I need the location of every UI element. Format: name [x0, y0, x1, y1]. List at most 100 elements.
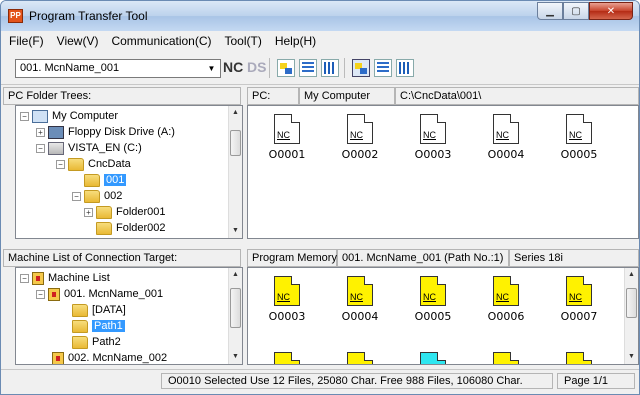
file-name: O0003: [414, 148, 452, 161]
machine-view-scrollbar[interactable]: ▲ ▼: [624, 268, 638, 364]
tree-item-machine-list[interactable]: − Machine List: [20, 270, 110, 286]
tree-item-data[interactable]: [DATA]: [72, 302, 126, 318]
menu-help[interactable]: Help(H): [275, 34, 316, 48]
machine-icon: [48, 287, 60, 301]
scroll-up-icon[interactable]: ▲: [229, 106, 242, 120]
chevron-down-icon[interactable]: ▼: [204, 61, 219, 76]
app-window: PP Program Transfer Tool ▁ ▢ ✕ File(F) V…: [0, 0, 640, 395]
tree-item-mcn-002[interactable]: 002. McnName_002: [52, 350, 167, 364]
expand-icon[interactable]: +: [84, 207, 93, 217]
scroll-thumb[interactable]: [230, 130, 241, 156]
nc-program-icon: NC: [347, 276, 373, 306]
floppy-icon: [48, 125, 64, 139]
menu-communication[interactable]: Communication(C): [111, 34, 211, 48]
collapse-icon[interactable]: −: [56, 159, 65, 169]
tree-item-label: Machine List: [48, 272, 110, 284]
tree-item-label: 002: [104, 190, 123, 202]
tree-item-my-computer[interactable]: − My Computer: [20, 108, 118, 124]
drive-icon: [48, 141, 64, 155]
file-item[interactable]: NC O0006: [481, 276, 531, 323]
tree-item-mcn-001[interactable]: − 001. McnName_001: [36, 286, 163, 302]
file-item[interactable]: NC O0003: [262, 276, 312, 323]
machine-details-view-icon[interactable]: [396, 59, 414, 77]
pc-folder-tree[interactable]: − My Computer + Floppy Disk Drive (A:) −…: [15, 105, 243, 239]
tree-item-cncdata[interactable]: − CncData: [56, 156, 131, 172]
scroll-down-icon[interactable]: ▼: [229, 224, 242, 238]
tree-item-001[interactable]: 001: [84, 172, 127, 188]
ds-mode-button[interactable]: DS: [247, 59, 266, 75]
pc-file-view[interactable]: NC O0001 NC O0002 NC O0003 NC O0004 NC O…: [247, 105, 639, 239]
large-icons-view-icon[interactable]: [277, 59, 295, 77]
nc-program-icon: NC: [274, 276, 300, 306]
tree-item-folder001[interactable]: + Folder001: [84, 204, 166, 220]
tree-item-path2[interactable]: Path2: [72, 334, 121, 350]
connection-target-value: 001. McnName_001: [20, 62, 120, 74]
collapse-icon[interactable]: −: [20, 111, 29, 121]
scroll-up-icon[interactable]: ▲: [625, 268, 638, 282]
menu-view[interactable]: View(V): [57, 34, 99, 48]
collapse-icon[interactable]: −: [36, 143, 45, 153]
tree-item-002[interactable]: − 002: [72, 188, 122, 204]
machine-list-view-icon[interactable]: [374, 59, 392, 77]
maximize-button[interactable]: ▢: [563, 2, 589, 20]
nc-mode-button[interactable]: NC: [223, 59, 243, 75]
nc-file-icon: NC: [274, 114, 300, 144]
file-item[interactable]: NC O0004: [335, 276, 385, 323]
scroll-thumb[interactable]: [626, 288, 637, 318]
nc-file-icon: NC: [347, 114, 373, 144]
file-item[interactable]: NC O0005: [554, 114, 604, 161]
pc-tree-scrollbar[interactable]: ▲ ▼: [228, 106, 242, 238]
file-name: O0005: [560, 148, 598, 161]
tree-item-floppy[interactable]: + Floppy Disk Drive (A:): [36, 124, 175, 140]
file-item[interactable]: NC O0001: [262, 114, 312, 161]
scroll-up-icon[interactable]: ▲: [229, 268, 242, 282]
file-name: O0002: [341, 148, 379, 161]
collapse-icon[interactable]: −: [72, 191, 81, 201]
file-name: O0003: [268, 310, 306, 323]
file-item-partial[interactable]: [408, 352, 458, 364]
file-item[interactable]: NC O0004: [481, 114, 531, 161]
file-item[interactable]: NC O0003: [408, 114, 458, 161]
tree-item-vista-drive[interactable]: − VISTA_EN (C:): [36, 140, 142, 156]
file-item-partial[interactable]: [335, 352, 385, 364]
title-bar: PP Program Transfer Tool ▁ ▢ ✕: [1, 1, 639, 31]
details-view-icon[interactable]: [321, 59, 339, 77]
tree-item-label: VISTA_EN (C:): [68, 142, 142, 154]
expand-icon[interactable]: +: [36, 127, 45, 137]
machine-tree[interactable]: − Machine List − 001. McnName_001 [DATA]…: [15, 267, 243, 365]
nc-program-icon: NC: [493, 276, 519, 306]
nc-program-icon: NC: [566, 276, 592, 306]
folder-icon: [84, 189, 100, 203]
machine-file-view[interactable]: NC O0003 NC O0004 NC O0005 NC O0006 NC O…: [247, 267, 639, 365]
scroll-thumb[interactable]: [230, 288, 241, 328]
file-item[interactable]: NC O0002: [335, 114, 385, 161]
collapse-icon[interactable]: −: [36, 289, 45, 299]
connection-target-select[interactable]: 001. McnName_001 ▼: [15, 59, 221, 78]
menu-file[interactable]: File(F): [9, 34, 44, 48]
tree-item-label: Path2: [92, 336, 121, 348]
file-item-partial[interactable]: [481, 352, 531, 364]
nc-file-icon: NC: [566, 114, 592, 144]
close-button[interactable]: ✕: [589, 2, 633, 20]
machine-large-icons-view-icon[interactable]: [352, 59, 370, 77]
collapse-icon[interactable]: −: [20, 273, 29, 283]
minimize-button[interactable]: ▁: [537, 2, 563, 20]
toolbar-separator: [269, 58, 270, 78]
tree-item-path1[interactable]: Path1: [72, 318, 125, 334]
list-view-icon[interactable]: [299, 59, 317, 77]
file-item[interactable]: NC O0007: [554, 276, 604, 323]
machine-icon: [32, 271, 44, 285]
toolbar: 001. McnName_001 ▼ NC DS: [1, 51, 639, 85]
file-item-partial[interactable]: [554, 352, 604, 364]
tree-item-folder002[interactable]: Folder002: [96, 220, 166, 236]
tree-item-label: My Computer: [52, 110, 119, 122]
scroll-down-icon[interactable]: ▼: [625, 350, 638, 364]
scroll-down-icon[interactable]: ▼: [229, 350, 242, 364]
tree-item-label-selected: Path1: [92, 320, 125, 332]
menu-tool[interactable]: Tool(T): [225, 34, 262, 48]
file-item[interactable]: NC O0005: [408, 276, 458, 323]
toolbar-separator: [344, 58, 345, 78]
file-item-partial[interactable]: [262, 352, 312, 364]
machine-tree-scrollbar[interactable]: ▲ ▼: [228, 268, 242, 364]
tree-item-label: Folder002: [116, 222, 166, 234]
